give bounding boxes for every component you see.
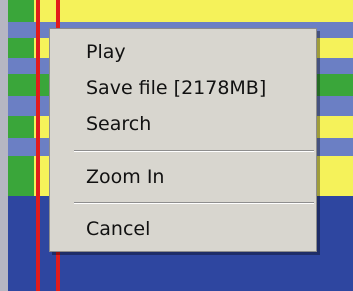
timeline-row-edge	[0, 116, 8, 138]
red-marker-line	[36, 22, 40, 38]
menu-item-zoom-in[interactable]: Zoom In	[86, 165, 164, 189]
red-marker-line	[36, 138, 40, 156]
timeline-row-edge	[0, 196, 8, 226]
red-marker-line	[36, 96, 40, 116]
menu-separator	[74, 202, 314, 204]
timeline-segment	[8, 38, 34, 58]
timeline-row-edge	[0, 74, 8, 96]
menu-item-play[interactable]: Play	[86, 40, 126, 64]
red-marker-line	[36, 58, 40, 74]
timeline-row-edge	[0, 38, 8, 58]
menu-item-save-file[interactable]: Save file [2178MB]	[86, 76, 266, 100]
timeline-row-edge	[0, 156, 8, 196]
context-menu: Play Save file [2178MB] Search Zoom In C…	[49, 28, 317, 252]
timeline-row-edge	[0, 0, 8, 22]
red-marker-line	[56, 0, 60, 22]
red-marker-line	[56, 256, 60, 291]
red-marker-line	[36, 156, 40, 196]
timeline-row-edge	[0, 138, 8, 156]
timeline-row-edge	[0, 22, 8, 38]
red-marker-line	[36, 0, 40, 22]
menu-item-search[interactable]: Search	[86, 112, 151, 136]
timeline-segment	[8, 116, 34, 138]
timeline-segment	[8, 0, 34, 22]
timeline-row[interactable]	[0, 0, 353, 22]
timeline-row[interactable]	[0, 256, 353, 291]
menu-item-cancel[interactable]: Cancel	[86, 217, 150, 241]
timeline-row-edge	[0, 226, 8, 256]
menu-separator	[74, 150, 314, 152]
red-marker-line	[36, 74, 40, 96]
timeline-row-edge	[0, 256, 8, 291]
red-marker-line	[36, 116, 40, 138]
timeline-segment	[8, 156, 34, 196]
red-marker-line	[36, 38, 40, 58]
red-marker-line	[36, 256, 40, 291]
red-marker-line	[36, 196, 40, 226]
timeline-segment	[8, 74, 34, 96]
timeline-row-edge	[0, 96, 8, 116]
red-marker-line	[36, 226, 40, 256]
timeline-row-edge	[0, 58, 8, 74]
